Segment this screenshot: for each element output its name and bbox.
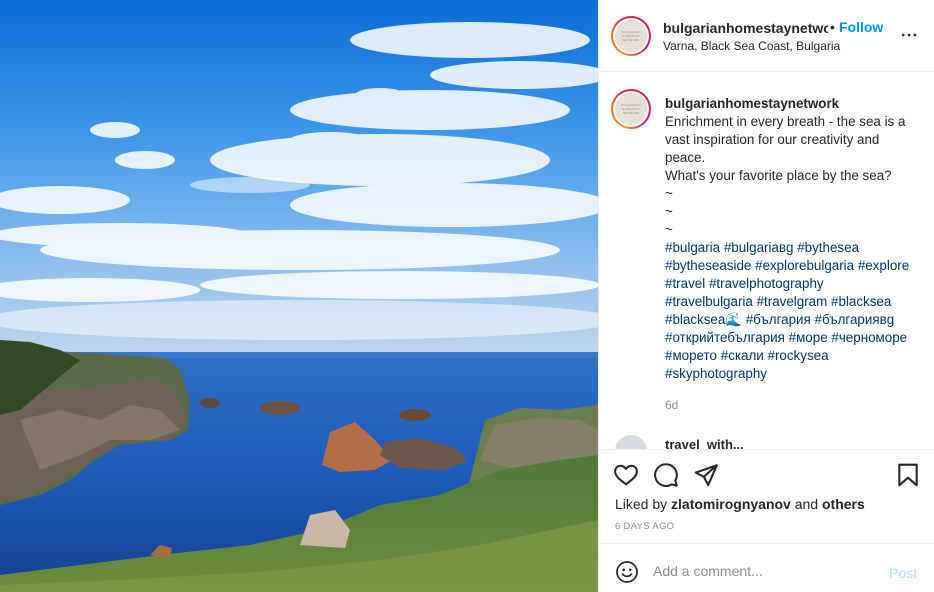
hashtag-link[interactable]: #българия [746, 312, 811, 327]
comment-bubble-icon[interactable] [653, 462, 679, 488]
hashtag-link[interactable]: #bythesea [797, 240, 859, 255]
avatar-logo-text: BULGARIAN HOMESTAY NETWORK [621, 30, 641, 42]
header-dot-separator: • [830, 19, 835, 35]
caption-username[interactable]: bulgarianhomestaynetwork [665, 95, 915, 113]
instagram-post: BULGARIAN HOMESTAY NETWORK bulgarianhome… [0, 0, 934, 592]
seascape-illustration [0, 0, 598, 592]
likes-others-link[interactable]: others [822, 496, 865, 512]
hashtag-link[interactable]: #морето [665, 348, 717, 363]
hashtag-link[interactable]: #скали [721, 348, 764, 363]
comment-input[interactable] [653, 557, 873, 585]
hashtag-link[interactable]: #bulgariaвg [724, 240, 794, 255]
hashtag-link[interactable]: #bulgaria [665, 240, 720, 255]
caption-avatar[interactable]: BULGARIAN HOMESTAY NETWORK [611, 89, 651, 129]
post-caption: bulgarianhomestaynetwork Enrichment in e… [665, 95, 915, 383]
caption-line: Enrichment in every breath - the sea is … [665, 114, 910, 165]
hashtag-link[interactable]: #skyphotography [665, 366, 767, 381]
post-header: BULGARIAN HOMESTAY NETWORK bulgarianhome… [599, 0, 934, 72]
caption-line: ~ [665, 204, 673, 219]
liked-by-user[interactable]: zlatomirognyanov [671, 496, 791, 512]
caption-line: ~ [665, 186, 673, 201]
heart-icon[interactable] [613, 462, 639, 488]
avatar-image: BULGARIAN HOMESTAY NETWORK [615, 20, 647, 52]
likes-middle: and [790, 496, 822, 512]
post-comment-button[interactable]: Post [889, 565, 917, 581]
more-horizontal-icon[interactable] [899, 25, 919, 45]
avatar-image: BULGARIAN HOMESTAY NETWORK [615, 93, 647, 125]
hashtag-link[interactable]: #explore [858, 258, 909, 273]
header-avatar[interactable]: BULGARIAN HOMESTAY NETWORK [611, 16, 651, 56]
next-comment-peek[interactable]: travel_with... [615, 435, 915, 449]
smiley-face-icon[interactable] [615, 560, 639, 584]
header-location[interactable]: Varna, Black Sea Coast, Bulgaria [663, 39, 840, 53]
post-photo[interactable] [0, 0, 598, 592]
avatar[interactable] [615, 435, 647, 449]
hashtag-link[interactable]: #travelphotography [709, 276, 824, 291]
avatar-logo-text: BULGARIAN HOMESTAY NETWORK [621, 103, 641, 115]
comments-section[interactable]: BULGARIAN HOMESTAY NETWORK bulgarianhome… [599, 73, 934, 449]
likes-prefix: Liked by [615, 496, 672, 512]
bookmark-icon[interactable] [895, 462, 921, 488]
caption-age: 6d [665, 398, 679, 412]
hashtag-link[interactable]: #българиявg [815, 312, 895, 327]
hashtag-link[interactable]: #bytheseaside [665, 258, 751, 273]
hashtag-link[interactable]: #blacksea🌊 [665, 312, 742, 327]
post-timestamp[interactable]: 6 DAYS AGO [615, 521, 674, 532]
post-side-panel: BULGARIAN HOMESTAY NETWORK bulgarianhome… [598, 0, 934, 592]
hashtag-link[interactable]: #travel [665, 276, 705, 291]
hashtag-link[interactable]: #черноморе [831, 330, 907, 345]
hashtag-link[interactable]: #rockysea [768, 348, 829, 363]
post-actions: Liked by zlatomirognyanov and others 6 D… [599, 449, 934, 592]
hashtag-link[interactable]: #море [789, 330, 828, 345]
header-username[interactable]: bulgarianhomestaynetwo [663, 20, 828, 36]
add-comment-bar: Post [599, 543, 934, 592]
comment-username[interactable]: travel_with... [665, 437, 744, 449]
caption-line: What's your favorite place by the sea? [665, 168, 892, 183]
likes-summary: Liked by zlatomirognyanov and others [615, 496, 865, 512]
follow-button[interactable]: Follow [839, 19, 883, 35]
hashtag-link[interactable]: #открийтебългария [665, 330, 785, 345]
paper-plane-icon[interactable] [693, 462, 719, 488]
hashtag-link[interactable]: #blacksea [831, 294, 891, 309]
caption-line: ~ [665, 222, 673, 237]
hashtag-link[interactable]: #travelgram [757, 294, 828, 309]
hashtag-link[interactable]: #explorebulgaria [755, 258, 854, 273]
caption-hashtags: #bulgaria #bulgariaвg #bythesea #bythese… [665, 239, 915, 383]
hashtag-link[interactable]: #travelbulgaria [665, 294, 753, 309]
